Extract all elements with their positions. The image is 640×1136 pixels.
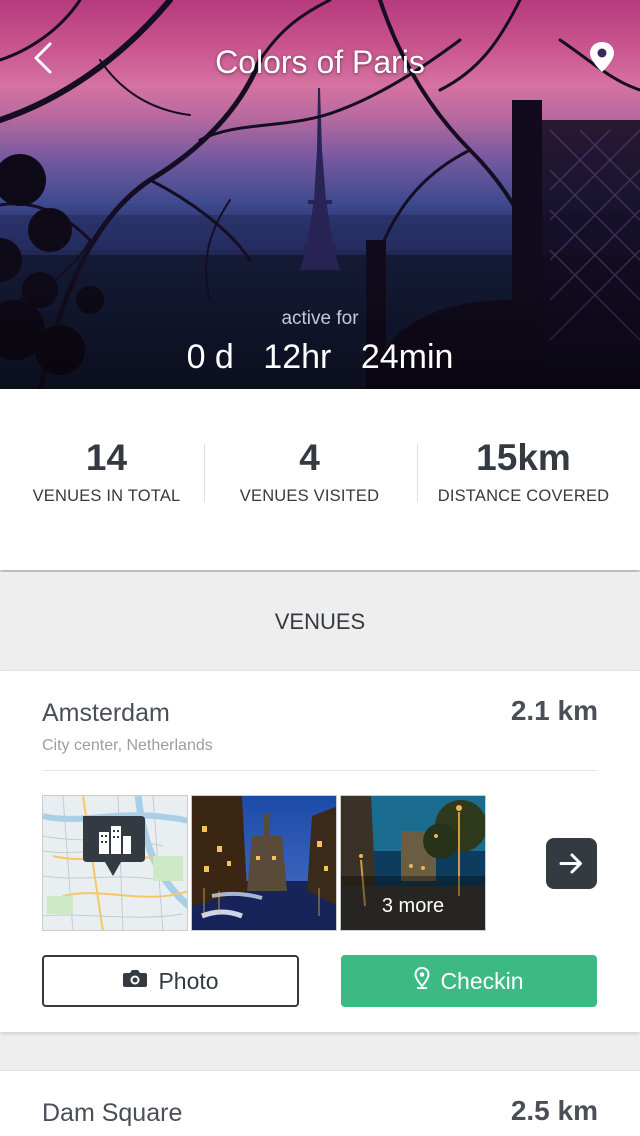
map-pin-icon — [590, 42, 614, 72]
stat-label: DISTANCE COVERED — [437, 487, 610, 505]
venue-distance: 2.5 km — [510, 1095, 598, 1126]
timer-minutes: 24min — [360, 338, 454, 376]
photo-button-label: Photo — [158, 967, 219, 994]
venue-subtitle: City center, Netherlands — [42, 737, 213, 754]
venues-section-heading: VENUES — [0, 572, 640, 669]
map-button[interactable] — [586, 40, 618, 74]
canal-photo — [192, 796, 336, 930]
arrow-right-icon — [559, 853, 582, 874]
timer-hours: 12hr — [263, 338, 332, 376]
venue-photo-thumbnail[interactable] — [191, 795, 337, 931]
stats-panel: 14 VENUES IN TOTAL 4 VENUES VISITED 15km… — [0, 389, 640, 570]
timer-days: 0 d — [186, 338, 234, 376]
stat-distance-covered: 15km DISTANCE COVERED — [417, 437, 630, 506]
venue-next-button[interactable] — [546, 838, 597, 889]
venue-distance: 2.1 km — [510, 695, 598, 726]
venue-card: Dam Square 2.5 km — [0, 1070, 640, 1136]
stat-value: 14 — [85, 437, 128, 478]
checkin-button-label: Checkin — [440, 967, 524, 994]
stat-label: VENUES VISITED — [239, 487, 380, 505]
map-image — [43, 796, 187, 930]
photo-button[interactable]: Photo — [42, 955, 299, 1007]
location-pin-icon — [414, 966, 430, 995]
venue-card: Amsterdam 2.1 km City center, Netherland… — [0, 670, 640, 1032]
camera-icon — [122, 967, 148, 995]
stat-value: 15km — [476, 437, 571, 478]
stat-value: 4 — [299, 437, 320, 478]
app-screen: Colors of Paris active for 0 d 12hr 24mi… — [0, 0, 640, 1136]
venue-name[interactable]: Amsterdam — [42, 699, 170, 728]
active-timer: 0 d 12hr 24min — [0, 338, 640, 377]
page-title: Colors of Paris — [215, 44, 425, 80]
venue-name[interactable]: Dam Square — [42, 1099, 182, 1128]
hero-header: Colors of Paris active for 0 d 12hr 24mi… — [0, 0, 640, 389]
venue-more-photos-thumbnail[interactable]: 3 more — [340, 795, 486, 931]
checkin-button[interactable]: Checkin — [341, 955, 597, 1007]
active-for-label: active for — [281, 308, 359, 329]
more-photos-label: 3 more — [381, 895, 445, 917]
stat-venues-visited: 4 VENUES VISITED — [203, 437, 416, 506]
card-divider — [42, 770, 598, 771]
stat-venues-total: 14 VENUES IN TOTAL — [0, 437, 213, 506]
venue-map-thumbnail[interactable] — [42, 795, 188, 931]
stat-label: VENUES IN TOTAL — [32, 487, 181, 505]
